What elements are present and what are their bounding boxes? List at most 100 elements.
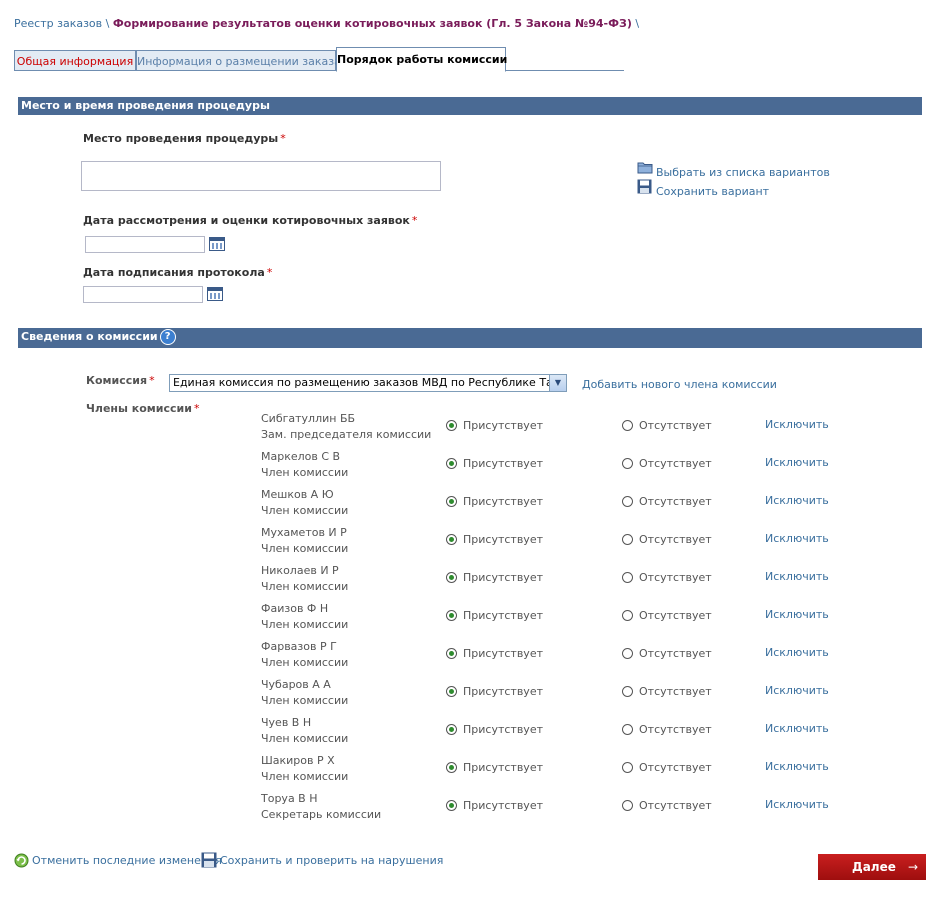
member-present-option[interactable]: Присутствует [446, 608, 543, 622]
absent-radio[interactable] [622, 609, 633, 621]
absent-radio[interactable] [622, 761, 633, 773]
absent-radio[interactable] [622, 419, 633, 431]
present-label: Присутствует [463, 798, 543, 812]
absent-label: Отсутствует [639, 494, 712, 508]
add-member-link[interactable]: Добавить нового члена комиссии [582, 378, 777, 391]
help-icon[interactable]: ? [159, 329, 176, 345]
member-absent-option[interactable]: Отсутствует [622, 532, 712, 546]
member-absent-option[interactable]: Отсутствует [622, 456, 712, 470]
member-absent-option[interactable]: Отсутствует [622, 608, 712, 622]
absent-radio[interactable] [622, 799, 633, 811]
member-absent-option[interactable]: Отсутствует [622, 684, 712, 698]
save-icon[interactable] [201, 852, 217, 868]
review-date-input[interactable] [85, 236, 205, 253]
member-present-option[interactable]: Присутствует [446, 684, 543, 698]
member-absent-option[interactable]: Отсутствует [622, 646, 712, 660]
present-radio[interactable] [446, 571, 457, 583]
absent-label: Отсутствует [639, 532, 712, 546]
present-label: Присутствует [463, 456, 543, 470]
member-absent-option[interactable]: Отсутствует [622, 722, 712, 736]
member-role: Секретарь комиссии [261, 808, 382, 821]
present-radio[interactable] [446, 609, 457, 621]
exclude-member-link[interactable]: Исключить [765, 722, 829, 735]
exclude-member-link[interactable]: Исключить [765, 760, 829, 773]
exclude-member-link[interactable]: Исключить [765, 646, 829, 659]
present-radio[interactable] [446, 761, 457, 773]
present-radio[interactable] [446, 647, 457, 659]
next-button-label: Далее [852, 860, 896, 874]
member-info: Шакиров Р Х Член комиссии [261, 753, 348, 785]
exclude-member-link[interactable]: Исключить [765, 684, 829, 697]
exclude-member-link[interactable]: Исключить [765, 798, 829, 811]
absent-radio[interactable] [622, 495, 633, 507]
absent-radio[interactable] [622, 457, 633, 469]
next-button[interactable]: Далее → [818, 854, 926, 880]
member-name: Сибгатуллин ББ [261, 412, 356, 425]
member-absent-option[interactable]: Отсутствует [622, 494, 712, 508]
present-radio[interactable] [446, 419, 457, 431]
member-present-option[interactable]: Присутствует [446, 722, 543, 736]
present-radio[interactable] [446, 495, 457, 507]
present-label: Присутствует [463, 760, 543, 774]
commission-select-value: Единая комиссия по размещению заказов МВ… [173, 376, 567, 389]
member-absent-option[interactable]: Отсутствует [622, 798, 712, 812]
absent-radio[interactable] [622, 533, 633, 545]
present-radio[interactable] [446, 457, 457, 469]
commission-select[interactable]: Единая комиссия по размещению заказов МВ… [169, 374, 567, 392]
choose-from-list-link[interactable]: Выбрать из списка вариантов [656, 166, 830, 179]
exclude-member-link[interactable]: Исключить [765, 456, 829, 469]
absent-radio[interactable] [622, 571, 633, 583]
calendar-icon[interactable] [207, 287, 223, 301]
save-and-check-link[interactable]: Сохранить и проверить на нарушения [220, 854, 443, 867]
member-present-option[interactable]: Присутствует [446, 760, 543, 774]
absent-radio[interactable] [622, 647, 633, 659]
present-label: Присутствует [463, 494, 543, 508]
save-variant-link[interactable]: Сохранить вариант [656, 185, 769, 198]
arrow-right-icon: → [907, 860, 918, 874]
absent-radio[interactable] [622, 723, 633, 735]
chevron-down-icon[interactable]: ▼ [549, 375, 566, 391]
exclude-member-link[interactable]: Исключить [765, 494, 829, 507]
tab-general-info[interactable]: Общая информация [14, 50, 136, 71]
member-present-option[interactable]: Присутствует [446, 798, 543, 812]
member-present-option[interactable]: Присутствует [446, 494, 543, 508]
member-absent-option[interactable]: Отсутствует [622, 760, 712, 774]
member-present-option[interactable]: Присутствует [446, 532, 543, 546]
member-present-option[interactable]: Присутствует [446, 570, 543, 584]
calendar-icon[interactable] [209, 237, 225, 251]
member-role: Член комиссии [261, 618, 349, 631]
member-present-option[interactable]: Присутствует [446, 456, 543, 470]
exclude-member-link[interactable]: Исключить [765, 532, 829, 545]
absent-radio[interactable] [622, 685, 633, 697]
exclude-member-link[interactable]: Исключить [765, 418, 829, 431]
breadcrumb-root-link[interactable]: Реестр заказов [14, 17, 102, 30]
tab-placement-info[interactable]: Информация о размещении заказа [136, 50, 341, 71]
present-radio[interactable] [446, 723, 457, 735]
member-absent-option[interactable]: Отсутствует [622, 418, 712, 432]
present-radio[interactable] [446, 685, 457, 697]
member-name: Мухаметов И Р [261, 526, 347, 539]
exclude-member-link[interactable]: Исключить [765, 570, 829, 583]
absent-label: Отсутствует [639, 646, 712, 660]
tab-commission-procedure[interactable]: Порядок работы комиссии [336, 47, 507, 72]
exclude-member-link[interactable]: Исключить [765, 608, 829, 621]
required-mark: * [149, 374, 155, 387]
sign-date-input[interactable] [83, 286, 203, 303]
present-label: Присутствует [463, 532, 543, 546]
member-role: Зам. председателя комиссии [261, 428, 432, 441]
required-mark: * [280, 132, 286, 145]
member-info: Сибгатуллин ББ Зам. председателя комиссии [261, 411, 431, 443]
member-present-option[interactable]: Присутствует [446, 418, 543, 432]
member-name: Фарвазов Р Г [261, 640, 337, 653]
present-radio[interactable] [446, 799, 457, 811]
folder-icon[interactable] [637, 160, 653, 174]
undo-icon[interactable] [14, 853, 29, 868]
member-info: Чуев В Н Член комиссии [261, 715, 348, 747]
place-input[interactable] [81, 161, 441, 191]
member-present-option[interactable]: Присутствует [446, 646, 543, 660]
undo-changes-link[interactable]: Отменить последние изменения [32, 854, 222, 867]
member-absent-option[interactable]: Отсутствует [622, 570, 712, 584]
present-radio[interactable] [446, 533, 457, 545]
save-variant-icon[interactable] [637, 179, 652, 194]
breadcrumb-separator: \ [105, 17, 110, 30]
